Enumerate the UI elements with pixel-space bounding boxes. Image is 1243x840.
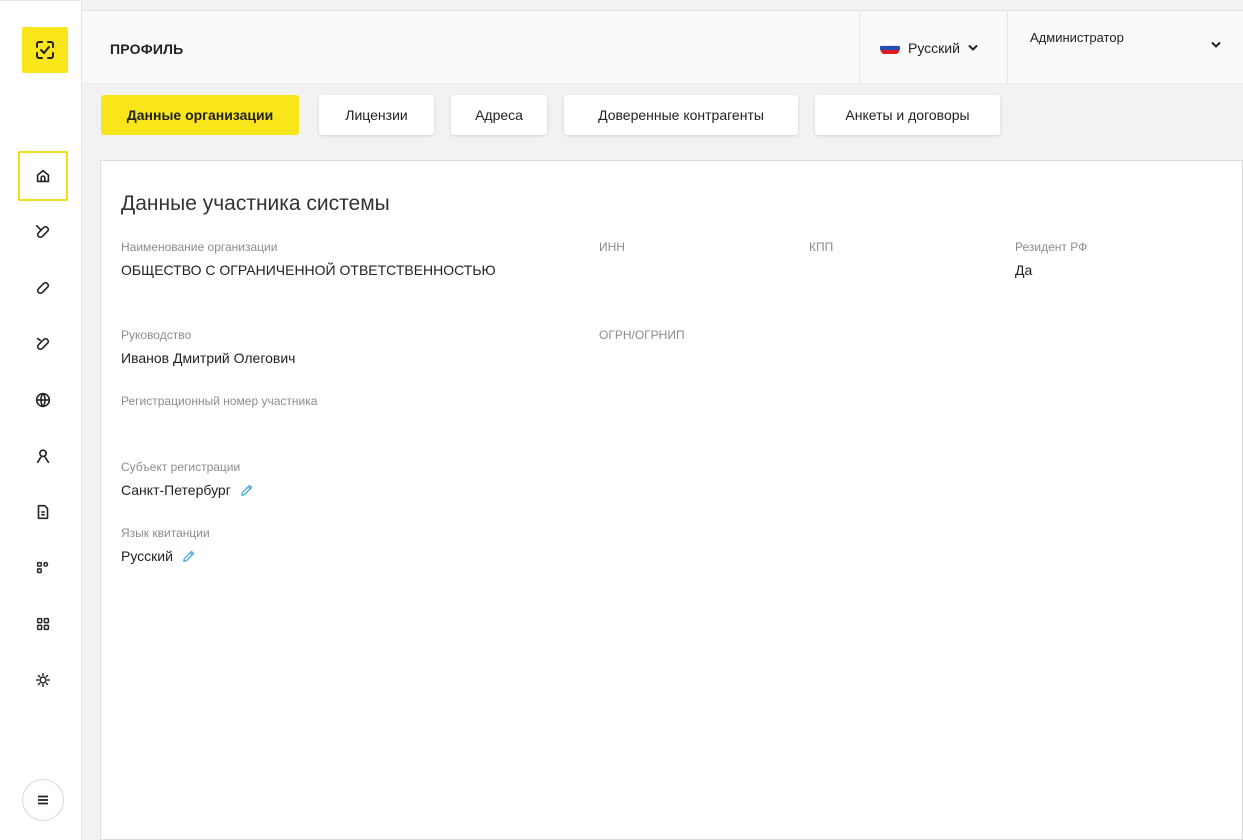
tab-trusted-counterparties[interactable]: Доверенные контрагенты (564, 95, 798, 135)
sidebar-item-pill[interactable] (18, 263, 68, 313)
region-field: Санкт-Петербург (121, 482, 254, 498)
pencil-icon (183, 550, 195, 562)
tab-addresses[interactable]: Адреса (451, 95, 547, 135)
user-name: Администратор (1030, 30, 1124, 45)
grid-icon (36, 617, 50, 631)
org-name-label: Наименование организации (121, 240, 278, 254)
tab-questionnaires-contracts[interactable]: Анкеты и договоры (815, 95, 1000, 135)
user-icon (36, 449, 50, 464)
resident-label: Резидент РФ (1015, 240, 1088, 254)
reg-number-label: Регистрационный номер участника (121, 394, 318, 408)
hamburger-menu-icon (38, 795, 48, 805)
user-menu[interactable]: Администратор (1007, 11, 1243, 84)
pill-off-icon (36, 337, 50, 351)
language-select[interactable]: Русский (859, 11, 1007, 84)
tab-organization-data[interactable]: Данные организации (101, 95, 299, 135)
sidebar-item-globe[interactable] (18, 375, 68, 425)
sidebar-item-pill-off[interactable] (18, 319, 68, 369)
edit-region-button[interactable] (239, 483, 254, 498)
logo-check-icon (36, 41, 54, 59)
inn-label: ИНН (599, 240, 625, 254)
modules-icon (36, 561, 49, 574)
region-label: Субъект регистрации (121, 460, 241, 474)
sidebar-item-user[interactable] (18, 431, 68, 481)
sidebar-item-home[interactable] (18, 151, 68, 201)
language-label: Русский (908, 39, 960, 56)
org-name-value: ОБЩЕСТВО С ОГРАНИЧЕННОЙ ОТВЕТСТВЕННОСТЬЮ (121, 262, 496, 278)
sidebar (0, 0, 82, 840)
edit-receipt-language-button[interactable] (181, 549, 196, 564)
sidebar-item-settings[interactable] (18, 655, 68, 705)
pill-icon (36, 281, 50, 295)
top-bar: ПРОФИЛЬ Русский Администратор (82, 10, 1243, 84)
tab-licenses[interactable]: Лицензии (319, 95, 434, 135)
sidebar-item-pill-slash[interactable] (18, 207, 68, 257)
region-value: Санкт-Петербург (121, 482, 231, 498)
receipt-language-field: Русский (121, 548, 196, 564)
menu-toggle-button[interactable] (22, 779, 64, 821)
participant-data-card: Данные участника системы Наименование ор… (100, 160, 1243, 840)
sidebar-item-document[interactable] (18, 487, 68, 537)
chevron-down-icon (968, 44, 978, 51)
resident-value: Да (1015, 262, 1033, 278)
ogrn-label: ОГРН/ОГРНИП (599, 328, 685, 342)
pill-slash-icon (35, 224, 50, 239)
settings-gear-icon (35, 672, 51, 688)
home-icon (36, 169, 50, 183)
receipt-language-label: Язык квитанции (121, 526, 210, 540)
pencil-icon (240, 484, 253, 496)
page-title: ПРОФИЛЬ (110, 41, 184, 57)
document-icon (37, 504, 49, 520)
globe-icon (35, 392, 51, 408)
director-label: Руководство (121, 328, 192, 342)
card-title: Данные участника системы (121, 192, 390, 215)
receipt-language-value: Русский (121, 548, 173, 564)
sidebar-item-grid[interactable] (18, 599, 68, 649)
app-logo[interactable] (22, 27, 68, 73)
sidebar-item-modules[interactable] (18, 543, 68, 593)
chevron-down-icon (1211, 42, 1221, 48)
russia-flag-icon (880, 40, 900, 55)
director-value: Иванов Дмитрий Олегович (121, 350, 296, 366)
kpp-label: КПП (809, 240, 834, 254)
